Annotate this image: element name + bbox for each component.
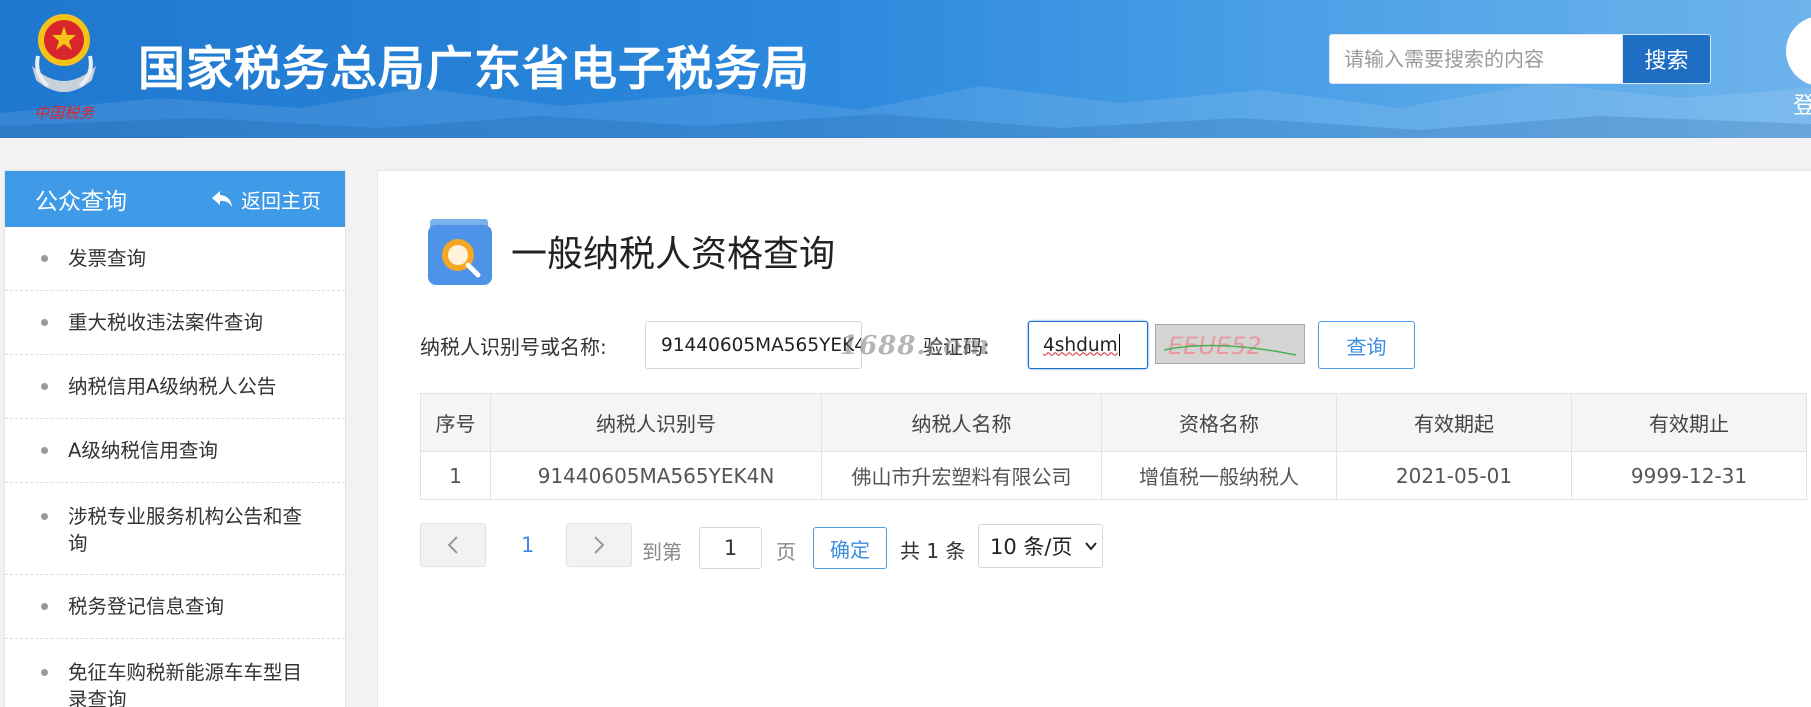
bullet-icon	[41, 603, 48, 610]
sidebar-item-registration[interactable]: 税务登记信息查询	[5, 575, 345, 639]
site-title: 国家税务总局广东省电子税务局	[138, 42, 810, 97]
sidebar-item-violation-cases[interactable]: 重大税收违法案件查询	[5, 291, 345, 355]
table-header-cell: 资格名称	[1101, 393, 1337, 452]
table-header-cell: 纳税人识别号	[490, 393, 822, 452]
login-label[interactable]: 登	[1793, 86, 1811, 120]
search-field[interactable]	[1329, 34, 1623, 84]
current-page-number[interactable]: 1	[521, 533, 534, 557]
sidebar-item-label: 重大税收违法案件查询	[68, 311, 264, 334]
sidebar-item-label: 免征车购税新能源车车型目录查询	[68, 661, 303, 707]
next-page-button[interactable]	[566, 523, 632, 567]
query-button[interactable]: 查询	[1318, 321, 1415, 369]
sidebar-item-tax-agencies[interactable]: 涉税专业服务机构公告和查询	[5, 483, 345, 575]
taxpayer-input-value: 91440605MA565YEK4N	[661, 334, 862, 356]
sidebar-item-label: 税务登记信息查询	[68, 595, 225, 618]
bullet-icon	[41, 513, 48, 520]
back-home-link[interactable]: 返回主页	[211, 185, 321, 214]
sidebar-title: 公众查询	[35, 189, 127, 215]
sidebar-item-a-level-query[interactable]: A级纳税信用查询	[5, 419, 345, 483]
bullet-icon	[41, 669, 48, 676]
reply-arrow-icon	[212, 191, 232, 207]
search-input[interactable]	[1330, 35, 1622, 83]
chevron-down-icon	[1085, 542, 1098, 551]
page-size-value: 10 条/页	[990, 535, 1073, 559]
bullet-icon	[41, 255, 48, 262]
sidebar-item-a-level-notice[interactable]: 纳税信用A级纳税人公告	[5, 355, 345, 419]
main-panel: 一般纳税人资格查询 纳税人识别号或名称: 91440605MA565YEK4N …	[377, 170, 1811, 707]
sidebar-item-label: A级纳税信用查询	[68, 439, 218, 462]
captcha-input-value: 4shdum	[1043, 334, 1118, 356]
watermark-text: 1688.com	[840, 331, 991, 361]
captcha-image[interactable]: EEUE52	[1155, 324, 1305, 364]
sidebar-item-label: 涉税专业服务机构公告和查询	[68, 505, 303, 555]
sidebar-item-label: 纳税信用A级纳税人公告	[68, 375, 277, 398]
chevron-left-icon	[447, 536, 458, 554]
goto-label: 到第	[642, 540, 682, 564]
table-row: 1 91440605MA565YEK4N 佛山市升宏塑料有限公司 增值税一般纳税…	[420, 451, 1807, 500]
confirm-goto-button[interactable]: 确定	[813, 527, 887, 569]
table-cell: 增值税一般纳税人	[1101, 451, 1337, 500]
table-cell: 2021-05-01	[1336, 451, 1572, 500]
sidebar-item-invoice[interactable]: 发票查询	[5, 227, 345, 291]
sidebar-header: 公众查询 返回主页	[5, 171, 345, 227]
prev-page-button[interactable]	[420, 523, 486, 567]
table-cell: 91440605MA565YEK4N	[490, 451, 822, 500]
taxpayer-input[interactable]: 91440605MA565YEK4N	[645, 321, 862, 369]
back-home-label: 返回主页	[241, 188, 321, 213]
table-cell: 9999-12-31	[1571, 451, 1807, 500]
document-search-icon	[428, 219, 492, 285]
page-unit-label: 页	[776, 540, 796, 564]
sidebar-item-ev-catalog[interactable]: 免征车购税新能源车车型目录查询	[5, 639, 345, 707]
bullet-icon	[41, 447, 48, 454]
bullet-icon	[41, 319, 48, 326]
chevron-right-icon	[594, 536, 605, 554]
site-header: 中国税务 国家税务总局广东省电子税务局 搜索 登	[0, 0, 1811, 138]
table-cell: 佛山市升宏塑料有限公司	[821, 451, 1102, 500]
captcha-input[interactable]: 4shdum	[1028, 321, 1148, 369]
result-table: 序号 纳税人识别号 纳税人名称 资格名称 有效期起 有效期止 1 9144060…	[420, 393, 1807, 500]
table-header-cell: 序号	[420, 393, 491, 452]
table-header-cell: 纳税人名称	[821, 393, 1102, 452]
table-cell: 1	[420, 451, 491, 500]
total-count: 共 1 条	[900, 539, 966, 563]
svg-text:中国税务: 中国税务	[34, 104, 96, 122]
page-size-select[interactable]: 10 条/页	[978, 524, 1103, 568]
taxpayer-label: 纳税人识别号或名称:	[420, 335, 607, 359]
table-header-row: 序号 纳税人识别号 纳税人名称 资格名称 有效期起 有效期止	[420, 393, 1807, 452]
search-button[interactable]: 搜索	[1623, 34, 1711, 84]
bullet-icon	[41, 383, 48, 390]
page-title: 一般纳税人资格查询	[511, 234, 836, 275]
goto-page-input[interactable]: 1	[699, 527, 762, 569]
captcha-noise: EEUE52	[1156, 325, 1304, 363]
text-cursor	[1118, 334, 1120, 356]
table-header-cell: 有效期止	[1571, 393, 1807, 452]
sidebar-item-label: 发票查询	[68, 247, 147, 270]
sidebar: 公众查询 返回主页 发票查询 重大税收违法案件查询 纳税信用A级纳税人公告 A级…	[4, 170, 346, 707]
table-header-cell: 有效期起	[1336, 393, 1572, 452]
tax-emblem-logo: 中国税务	[32, 14, 96, 122]
